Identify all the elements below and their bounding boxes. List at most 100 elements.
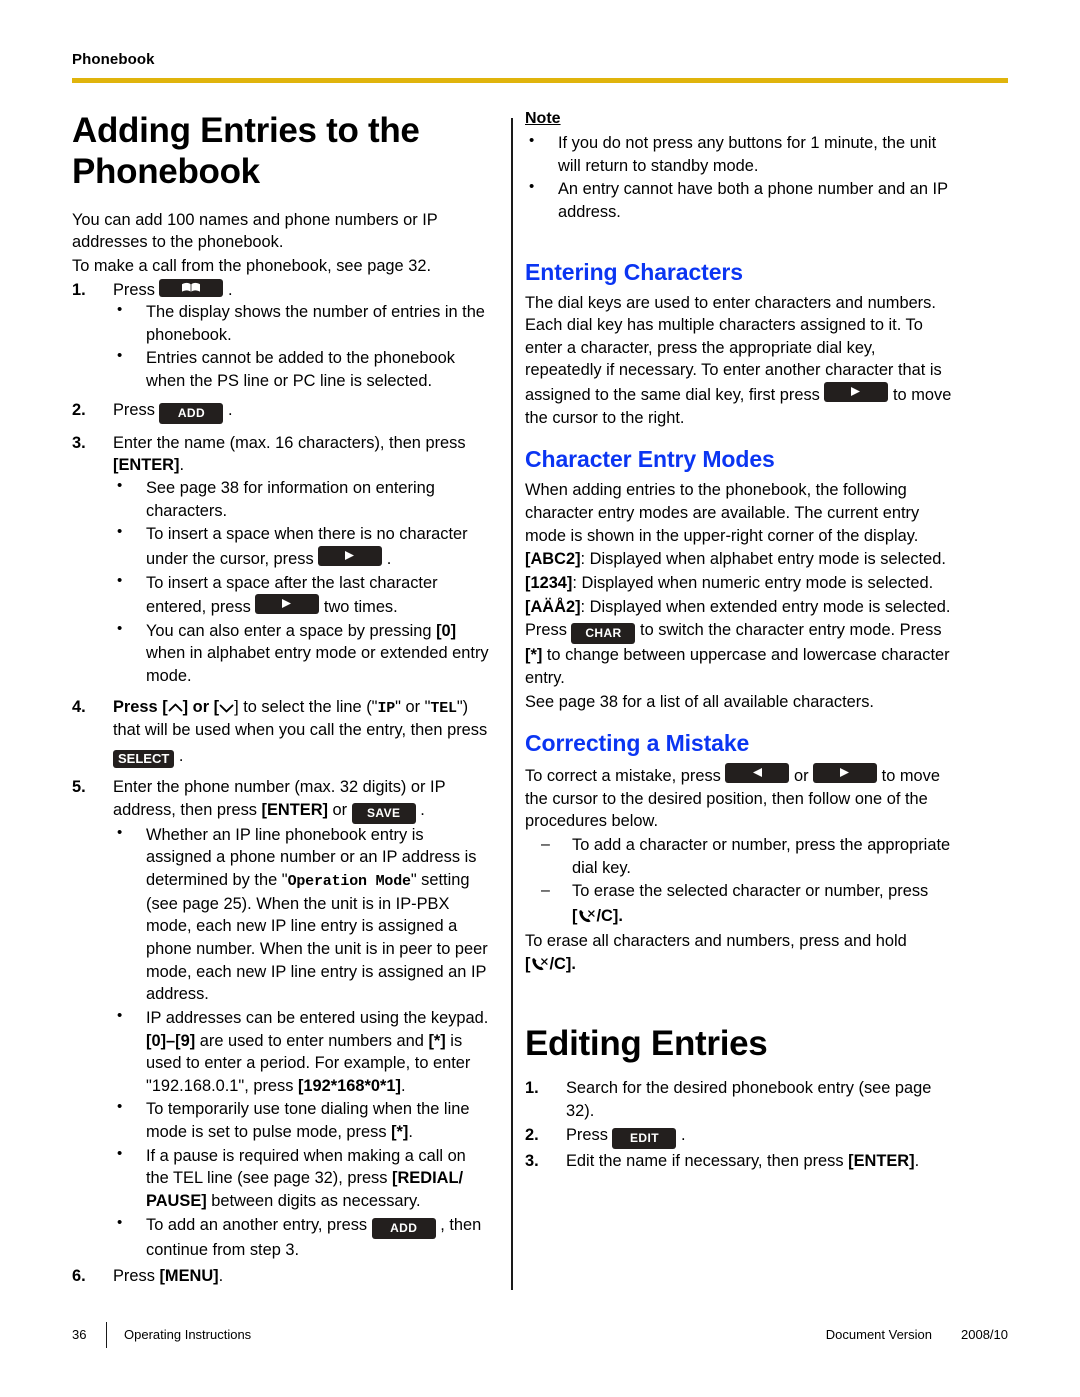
- mode-abc2: [ABC2]: Displayed when alphabet entry mo…: [525, 548, 955, 571]
- step-4-text-f: .: [178, 747, 184, 766]
- step-3-bullet-3-tail: two times.: [323, 598, 398, 617]
- heading-entering-characters: Entering Characters: [525, 258, 743, 285]
- column-divider: [511, 118, 513, 1290]
- entering-characters-paragraph: The dial keys are used to enter characte…: [525, 292, 955, 430]
- mode-1234-desc: : Displayed when numeric entry mode is s…: [572, 573, 934, 592]
- phone-clear-icon: [530, 956, 549, 972]
- left-arrow-softkey-button[interactable]: [725, 763, 790, 784]
- down-arrow-icon: [219, 698, 234, 713]
- left-column: Adding Entries to the Phonebook You can …: [72, 110, 492, 1289]
- clear-key-label: [/C].: [572, 905, 955, 928]
- step-5-text-c: or: [327, 800, 348, 819]
- right-arrow-softkey-button[interactable]: [318, 545, 383, 566]
- menu-key-label: [MENU]: [159, 1267, 219, 1286]
- step-1-bullet-1: The display shows the number of entries …: [113, 300, 492, 346]
- step-1-text-after: .: [228, 280, 233, 299]
- character-entry-modes-press: Press CHAR to switch the character entry…: [525, 619, 955, 689]
- editing-step-2-text-a: Press: [566, 1125, 608, 1144]
- step-3-bullet-2: To insert a space when there is no chara…: [113, 522, 492, 570]
- note-bullet-1: If you do not press any buttons for 1 mi…: [525, 131, 955, 177]
- step-1-number: 1.: [72, 280, 86, 299]
- step-4: 4. Press [] or [] to select the line ("IP…: [72, 696, 492, 769]
- step-3-bullet-2-tail: .: [386, 549, 392, 568]
- step-5-text-d: .: [420, 800, 425, 819]
- edit-softkey-button[interactable]: EDIT: [612, 1127, 677, 1149]
- step-5-bullet-5-a: To add an another entry, press: [146, 1215, 368, 1234]
- step-1-text-before: Press: [113, 280, 155, 299]
- step-3-bullet-1: See page 38 for information on entering …: [113, 476, 492, 522]
- step-5-bullets: Whether an IP line phonebook entry is as…: [113, 823, 492, 1262]
- add-softkey-button[interactable]: ADD: [371, 1217, 436, 1239]
- footer-doc-title: Operating Instructions: [124, 1327, 252, 1342]
- editing-step-3: 3. Edit the name if necessary, then pres…: [525, 1150, 955, 1173]
- ip-example-keys-label: [192*168*0*1]: [297, 1076, 401, 1095]
- asterisk-key-label: [*]: [391, 1123, 409, 1142]
- mode-1234-key: [1234]: [525, 573, 573, 592]
- page-title: Adding Entries to the Phonebook: [72, 111, 420, 192]
- editing-step-3-text-a: Edit the name if necessary, then press: [566, 1151, 849, 1170]
- step-1-bullets: The display shows the number of entries …: [113, 300, 492, 393]
- step-5-bullet-4: If a pause is required when making a cal…: [113, 1144, 492, 1213]
- heading-editing-entries: Editing Entries: [525, 1023, 768, 1063]
- operation-mode-literal: Operation Mode: [287, 873, 411, 891]
- step-2: 2. Press ADD .: [72, 399, 492, 424]
- correcting-dash-2: To erase the selected character or numbe…: [539, 880, 955, 927]
- mode-extended-desc: : Displayed when extended entry mode is …: [580, 597, 951, 616]
- right-arrow-softkey-button[interactable]: [813, 763, 878, 784]
- step-5-bullet-1-b: " setting (see page 25). When the unit i…: [146, 871, 488, 1004]
- step-3-bullet-3: To insert a space after the last charact…: [113, 571, 492, 619]
- step-4-text-b: ] or [: [182, 697, 220, 716]
- select-softkey-button[interactable]: SELECT: [113, 750, 175, 769]
- zero-key-label: [0]: [436, 621, 457, 640]
- editing-step-1-text: Search for the desired phonebook entry (…: [566, 1079, 932, 1120]
- right-arrow-softkey-button[interactable]: [824, 382, 889, 403]
- right-arrow-softkey-button[interactable]: [255, 594, 320, 615]
- step-5-bullet-2-a: IP addresses can be entered using the ke…: [146, 1008, 489, 1027]
- step-3-bullets: See page 38 for information on entering …: [113, 476, 492, 688]
- document-page: Phonebook Adding Entries to the Phoneboo…: [0, 0, 1080, 1397]
- editing-step-1: 1. Search for the desired phonebook entr…: [525, 1077, 955, 1122]
- correcting-dash-1: To add a character or number, press the …: [539, 834, 955, 879]
- step-5-bullet-5: To add an another entry, press ADD , the…: [113, 1213, 492, 1262]
- asterisk-key-label: [*]: [428, 1031, 446, 1050]
- step-5-bullet-1: Whether an IP line phonebook entry is as…: [113, 823, 492, 1006]
- step-5-bullet-2: IP addresses can be entered using the ke…: [113, 1006, 492, 1098]
- header-gold-rule: [72, 78, 1008, 83]
- step-5-bullet-3-a: To temporarily use tone dialing when the…: [146, 1100, 470, 1142]
- intro-paragraph-2: To make a call from the phonebook, see p…: [72, 256, 432, 275]
- character-entry-modes-see-page: See page 38 for a list of all available …: [525, 692, 874, 711]
- step-3-text-a: Enter the name (max. 16 characters), the…: [113, 433, 466, 452]
- step-2-text-before: Press: [113, 400, 155, 419]
- note-label: Note: [525, 110, 561, 127]
- erase-all-text: To erase all characters and numbers, pre…: [525, 931, 907, 950]
- step-4-number: 4.: [72, 697, 86, 716]
- phonebook-book-icon[interactable]: [159, 278, 224, 297]
- correcting-a-mistake-paragraph: To correct a mistake, press or to move t…: [525, 763, 955, 833]
- save-softkey-button[interactable]: SAVE: [351, 802, 416, 824]
- editing-entries-steps: 1. Search for the desired phonebook entr…: [525, 1077, 955, 1172]
- step-5-bullet-2-b: are used to enter numbers and: [195, 1031, 429, 1050]
- add-softkey-button[interactable]: ADD: [159, 402, 224, 424]
- char-softkey-button[interactable]: CHAR: [571, 623, 636, 645]
- press-text-a: Press: [525, 621, 567, 640]
- step-6-text-a: Press: [113, 1267, 160, 1286]
- step-1: 1. Press . The display shows the number …: [72, 278, 492, 393]
- right-column: Note If you do not press any buttons for…: [525, 110, 955, 1173]
- step-3-bullet-4-a: You can also enter a space by pressing: [146, 621, 437, 640]
- erase-all-key-label: [/C].: [525, 953, 955, 976]
- step-3-bullet-4: You can also enter a space by pressing […: [113, 619, 492, 688]
- step-6: 6. Press [MENU].: [72, 1265, 492, 1288]
- step-3-number: 3.: [72, 433, 86, 452]
- mode-extended-key: [AÄÅ2]: [525, 597, 581, 616]
- press-text-b: to switch the character entry mode. Pres…: [640, 621, 942, 640]
- step-1-bullet-2: Entries cannot be added to the phonebook…: [113, 346, 492, 392]
- step-5: 5. Enter the phone number (max. 32 digit…: [72, 776, 492, 1261]
- editing-step-2-text-b: .: [681, 1125, 686, 1144]
- mode-1234: [1234]: Displayed when numeric entry mod…: [525, 572, 955, 595]
- phone-clear-icon: [577, 908, 596, 924]
- note-bullet-2: An entry cannot have both a phone number…: [525, 177, 955, 223]
- heading-character-entry-modes: Character Entry Modes: [525, 446, 775, 473]
- editing-step-1-number: 1.: [525, 1079, 539, 1098]
- editing-step-3-number: 3.: [525, 1151, 539, 1170]
- mode-extended: [AÄÅ2]: Displayed when extended entry mo…: [525, 596, 955, 619]
